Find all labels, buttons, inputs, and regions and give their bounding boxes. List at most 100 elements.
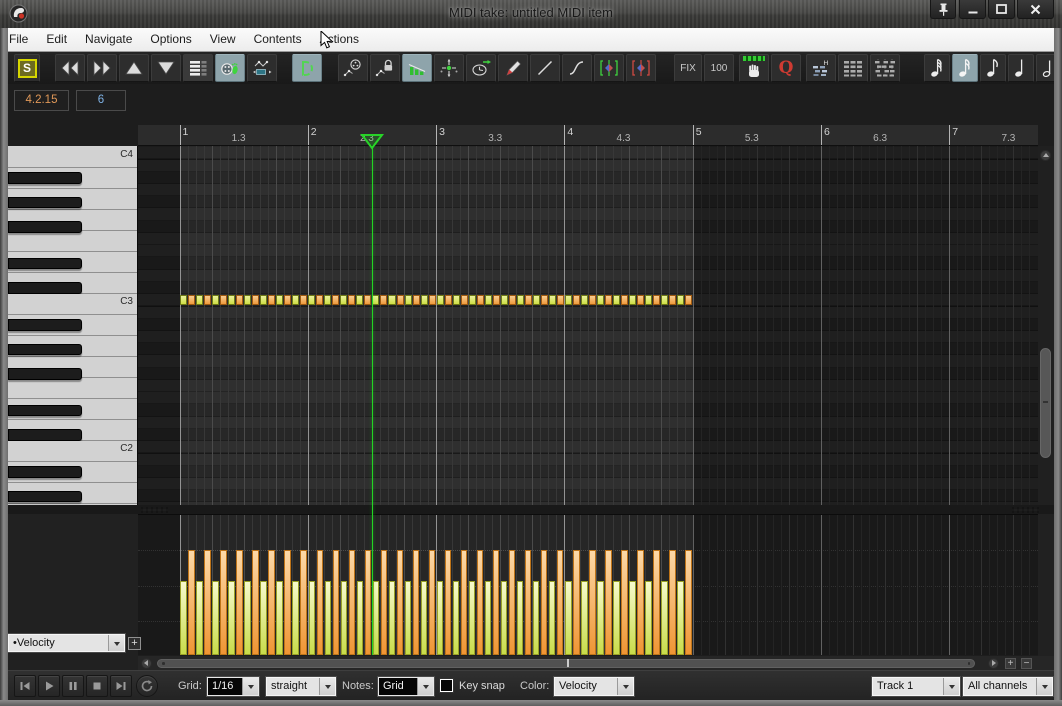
note-snap-combo[interactable]: Grid xyxy=(378,677,434,696)
quantize-button[interactable]: Q xyxy=(771,54,801,82)
note-length-32nd-button[interactable] xyxy=(924,54,950,82)
velocity-bar[interactable] xyxy=(180,580,187,655)
midi-note[interactable] xyxy=(653,294,661,306)
splitter-grip-left[interactable] xyxy=(141,506,168,513)
velocity-bar[interactable] xyxy=(356,580,364,655)
vertical-scrollbar[interactable] xyxy=(1038,146,1054,505)
midi-note[interactable] xyxy=(236,294,244,306)
cc-lane-selector[interactable]: •Velocity xyxy=(8,634,125,652)
velocity-bar[interactable] xyxy=(613,580,620,655)
velocity-bar[interactable] xyxy=(533,580,540,655)
piano-white-key[interactable] xyxy=(8,231,137,252)
velocity-bar[interactable] xyxy=(597,580,604,655)
midi-note[interactable] xyxy=(460,294,468,306)
midi-note[interactable] xyxy=(596,294,604,306)
velocity-bar[interactable] xyxy=(212,580,219,655)
midi-note[interactable] xyxy=(468,294,476,306)
midi-note[interactable] xyxy=(404,294,412,306)
velocity-bar[interactable] xyxy=(565,580,572,655)
piano-black-key[interactable] xyxy=(8,319,82,331)
horizontal-scroll-thumb[interactable] xyxy=(157,658,975,668)
velocity-bar[interactable] xyxy=(316,549,323,655)
velocity-bar[interactable] xyxy=(364,549,372,655)
note-length-quarter-button[interactable] xyxy=(1008,54,1034,82)
velocity-bar[interactable] xyxy=(525,549,532,655)
velocity-bar[interactable] xyxy=(452,580,460,655)
velocity-bar[interactable] xyxy=(396,549,404,655)
pin-button[interactable] xyxy=(930,0,956,19)
edit-position-readout[interactable]: 4.2.15 xyxy=(14,90,69,111)
midi-note[interactable] xyxy=(637,294,645,306)
midi-note[interactable] xyxy=(316,294,324,306)
next-measure-button[interactable] xyxy=(87,54,117,82)
midi-note[interactable] xyxy=(380,294,388,306)
velocity-bar[interactable] xyxy=(380,549,388,655)
midi-note[interactable] xyxy=(268,294,276,306)
midi-note[interactable] xyxy=(340,294,348,306)
draw-curve-button[interactable] xyxy=(562,54,592,82)
velocity-bar[interactable] xyxy=(484,580,492,655)
velocity-bar[interactable] xyxy=(661,580,668,655)
piano-white-key[interactable] xyxy=(8,147,137,168)
velocity-bar[interactable] xyxy=(228,580,235,655)
input-quantize-button[interactable] xyxy=(870,54,900,82)
midi-note[interactable] xyxy=(452,294,460,306)
velocity-bar[interactable] xyxy=(324,580,331,655)
horizontal-scrollbar[interactable]: + − xyxy=(138,656,1054,670)
edit-cursor-marker[interactable] xyxy=(360,134,384,150)
color-mode-combo[interactable]: Velocity xyxy=(554,677,634,696)
lock-button[interactable] xyxy=(370,54,400,82)
midi-note[interactable] xyxy=(556,294,564,306)
velocity-bar[interactable] xyxy=(276,580,283,655)
velocity-bar[interactable] xyxy=(252,549,259,655)
prev-measure-button[interactable] xyxy=(55,54,85,82)
minimize-button[interactable] xyxy=(959,0,986,19)
midi-note[interactable] xyxy=(372,294,380,306)
piano-white-key[interactable] xyxy=(8,294,137,315)
draw-pencil-button[interactable] xyxy=(498,54,528,82)
velocity-bar[interactable] xyxy=(332,549,339,655)
midi-note[interactable] xyxy=(244,294,252,306)
velocity-bar[interactable] xyxy=(188,549,195,655)
piano-black-key[interactable] xyxy=(8,221,82,233)
velocity-bar[interactable] xyxy=(637,549,644,655)
midi-note[interactable] xyxy=(212,294,220,306)
swing-combo[interactable]: straight xyxy=(266,677,336,696)
midi-note[interactable] xyxy=(388,294,396,306)
humanize-button[interactable]: H xyxy=(806,54,836,82)
note-length-16th-button[interactable] xyxy=(952,54,978,82)
zoom-out-button[interactable]: − xyxy=(1021,657,1032,669)
midi-note[interactable] xyxy=(396,294,404,306)
midi-note[interactable] xyxy=(332,294,340,306)
midi-note[interactable] xyxy=(356,294,364,306)
velocity-bar[interactable] xyxy=(557,549,564,655)
velocity-bar[interactable] xyxy=(677,580,684,655)
piano-white-key[interactable] xyxy=(8,378,137,399)
midi-note[interactable] xyxy=(484,294,492,306)
cc-events-button[interactable] xyxy=(338,54,368,82)
midi-note[interactable] xyxy=(444,294,452,306)
velocity-bar[interactable] xyxy=(196,580,203,655)
piano-black-key[interactable] xyxy=(8,404,82,417)
velocity-bar[interactable] xyxy=(388,580,396,655)
velocity-bar[interactable] xyxy=(348,549,355,655)
midi-note[interactable] xyxy=(348,294,356,306)
midi-note[interactable] xyxy=(180,294,188,306)
velocity-bar[interactable] xyxy=(516,580,524,655)
velocity-bar[interactable] xyxy=(589,549,596,655)
zoom-in-button[interactable]: + xyxy=(1005,657,1016,669)
piano-black-key[interactable] xyxy=(8,429,82,441)
maximize-button[interactable] xyxy=(988,0,1015,19)
midi-note[interactable] xyxy=(588,294,596,306)
midi-note[interactable] xyxy=(228,294,236,306)
midi-note[interactable] xyxy=(260,294,268,306)
velocity-bar[interactable] xyxy=(372,580,380,655)
scroll-left-button[interactable] xyxy=(141,657,152,669)
midi-note[interactable] xyxy=(204,294,212,306)
velocity-bar[interactable] xyxy=(340,580,347,655)
grid-size-combo[interactable]: 1/16 xyxy=(207,677,259,696)
velocity-bar[interactable] xyxy=(621,549,628,655)
play-button[interactable] xyxy=(38,675,60,697)
vertical-scroll-thumb[interactable] xyxy=(1040,348,1051,458)
velocity-bar[interactable] xyxy=(476,549,484,655)
